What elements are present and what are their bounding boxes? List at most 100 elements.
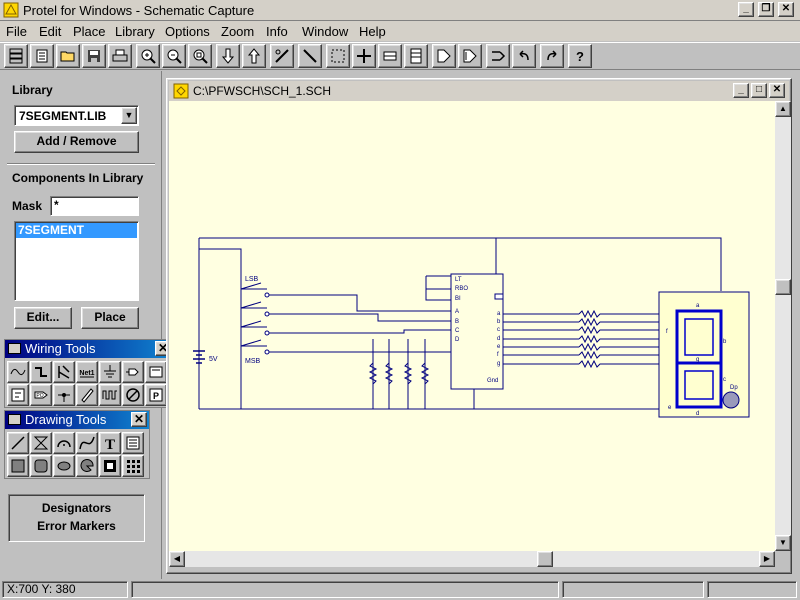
scroll-up-icon[interactable]: ▲: [775, 101, 791, 117]
doc-maximize-button[interactable]: □: [751, 83, 767, 98]
edit-button[interactable]: Edit...: [14, 307, 72, 329]
menu-edit[interactable]: Edit: [39, 24, 61, 39]
text-icon[interactable]: T: [99, 432, 121, 454]
restore-button[interactable]: ❐: [758, 2, 774, 17]
menu-file[interactable]: File: [6, 24, 27, 39]
scroll-thumb[interactable]: [775, 279, 791, 295]
menu-library[interactable]: Library: [115, 24, 155, 39]
net-icon[interactable]: [486, 44, 510, 68]
mask-label: Mask: [12, 199, 43, 213]
rounded-rect-icon[interactable]: [30, 455, 52, 477]
move-down-icon[interactable]: [216, 44, 240, 68]
sheet-entry-icon[interactable]: [7, 384, 29, 406]
switch-top-label: LSB: [245, 276, 259, 283]
sheet-icon[interactable]: [404, 44, 428, 68]
menu-options[interactable]: Options: [165, 24, 210, 39]
schematic-canvas[interactable]: LSB MSB 5V LT RBO BI A B C D a b c d e f…: [169, 101, 775, 551]
no-erc-icon[interactable]: [122, 384, 144, 406]
title-bar: Protel for Windows - Schematic Capture _…: [0, 0, 800, 21]
zoom-in-icon[interactable]: [136, 44, 160, 68]
polygon-icon[interactable]: [30, 432, 52, 454]
sheet-symbol-icon[interactable]: [145, 361, 167, 383]
horizontal-scrollbar[interactable]: ◀ ▶: [169, 551, 775, 567]
list-item[interactable]: 7SEGMENT: [16, 223, 137, 238]
scroll-right-icon[interactable]: ▶: [759, 551, 775, 567]
vertical-scrollbar[interactable]: ▲ ▼: [775, 101, 791, 551]
help-icon[interactable]: ?: [568, 44, 592, 68]
doc-close-button[interactable]: ✕: [769, 83, 785, 98]
pie-icon[interactable]: [76, 455, 98, 477]
part-icon[interactable]: [432, 44, 456, 68]
hierarchy-icon[interactable]: [4, 44, 28, 68]
ellipse-icon[interactable]: [53, 455, 75, 477]
zoom-out-icon[interactable]: [162, 44, 186, 68]
net-label-icon[interactable]: Net1: [76, 361, 98, 383]
port-icon[interactable]: [122, 361, 144, 383]
designators-toggle[interactable]: Designators: [9, 501, 144, 515]
drawing-tools-header[interactable]: Drawing Tools ✕: [5, 411, 149, 429]
pcb-layout-icon[interactable]: P: [145, 384, 167, 406]
bus-icon[interactable]: [378, 44, 402, 68]
menu-zoom[interactable]: Zoom: [221, 24, 254, 39]
component-list[interactable]: 7SEGMENT: [14, 221, 139, 301]
library-panel: Library 7SEGMENT.LIB ▼ Add / Remove Comp…: [0, 71, 162, 579]
move-icon[interactable]: [352, 44, 376, 68]
power-port-icon[interactable]: [99, 361, 121, 383]
select-area-icon[interactable]: [326, 44, 350, 68]
cut-wire-icon[interactable]: [270, 44, 294, 68]
graphic-icon[interactable]: [99, 455, 121, 477]
text-frame-icon[interactable]: [122, 432, 144, 454]
status-panel-3: [707, 581, 797, 598]
io-port-icon[interactable]: PO: [30, 384, 52, 406]
battery-label: 5V: [209, 356, 218, 363]
menu-window[interactable]: Window: [302, 24, 348, 39]
redo-icon[interactable]: [540, 44, 564, 68]
array-icon[interactable]: [122, 455, 144, 477]
open-folder-icon[interactable]: [30, 44, 54, 68]
doc-minimize-button[interactable]: _: [733, 83, 749, 98]
pencil-icon[interactable]: [76, 384, 98, 406]
zoom-area-icon[interactable]: [188, 44, 212, 68]
svg-text:Dp: Dp: [730, 385, 738, 391]
app-icon: [3, 2, 19, 18]
svg-text:Gnd: Gnd: [487, 378, 498, 384]
menu-info[interactable]: Info: [266, 24, 288, 39]
svg-text:g: g: [696, 357, 699, 363]
line-icon[interactable]: [7, 432, 29, 454]
library-select[interactable]: 7SEGMENT.LIB ▼: [14, 105, 139, 126]
bus-entry-icon[interactable]: [53, 361, 75, 383]
add-remove-button[interactable]: Add / Remove: [14, 131, 139, 153]
close-icon[interactable]: ✕: [131, 412, 147, 427]
wiring-tools-title: Wiring Tools: [25, 341, 96, 356]
bus-wire-icon[interactable]: [30, 361, 52, 383]
part-edit-icon[interactable]: [458, 44, 482, 68]
draw-line-icon[interactable]: [298, 44, 322, 68]
arc-icon[interactable]: [53, 432, 75, 454]
scroll-left-icon[interactable]: ◀: [169, 551, 185, 567]
divider: [7, 163, 155, 165]
svg-text:Net1: Net1: [79, 370, 94, 377]
scroll-thumb-h[interactable]: [537, 551, 553, 567]
mask-input[interactable]: *: [50, 196, 139, 216]
bezier-icon[interactable]: [76, 432, 98, 454]
place-button[interactable]: Place: [81, 307, 139, 329]
junction-icon[interactable]: [53, 384, 75, 406]
document-titlebar[interactable]: C:\PFWSCH\SCH_1.SCH _ □ ✕: [169, 81, 789, 101]
library-label: Library: [12, 83, 53, 97]
print-icon[interactable]: [108, 44, 132, 68]
open-icon[interactable]: [56, 44, 80, 68]
error-markers-toggle[interactable]: Error Markers: [9, 519, 144, 533]
close-button[interactable]: ✕: [778, 2, 794, 17]
menu-place[interactable]: Place: [73, 24, 106, 39]
chevron-down-icon[interactable]: ▼: [121, 107, 137, 124]
undo-icon[interactable]: [512, 44, 536, 68]
minimize-button[interactable]: _: [738, 2, 754, 17]
rectangle-icon[interactable]: [7, 455, 29, 477]
move-up-icon[interactable]: [242, 44, 266, 68]
wire-icon[interactable]: [7, 361, 29, 383]
scroll-down-icon[interactable]: ▼: [775, 535, 791, 551]
wiring-tools-header[interactable]: Wiring Tools ✕: [5, 340, 173, 358]
pulse-icon[interactable]: [99, 384, 121, 406]
save-icon[interactable]: [82, 44, 106, 68]
menu-help[interactable]: Help: [359, 24, 386, 39]
